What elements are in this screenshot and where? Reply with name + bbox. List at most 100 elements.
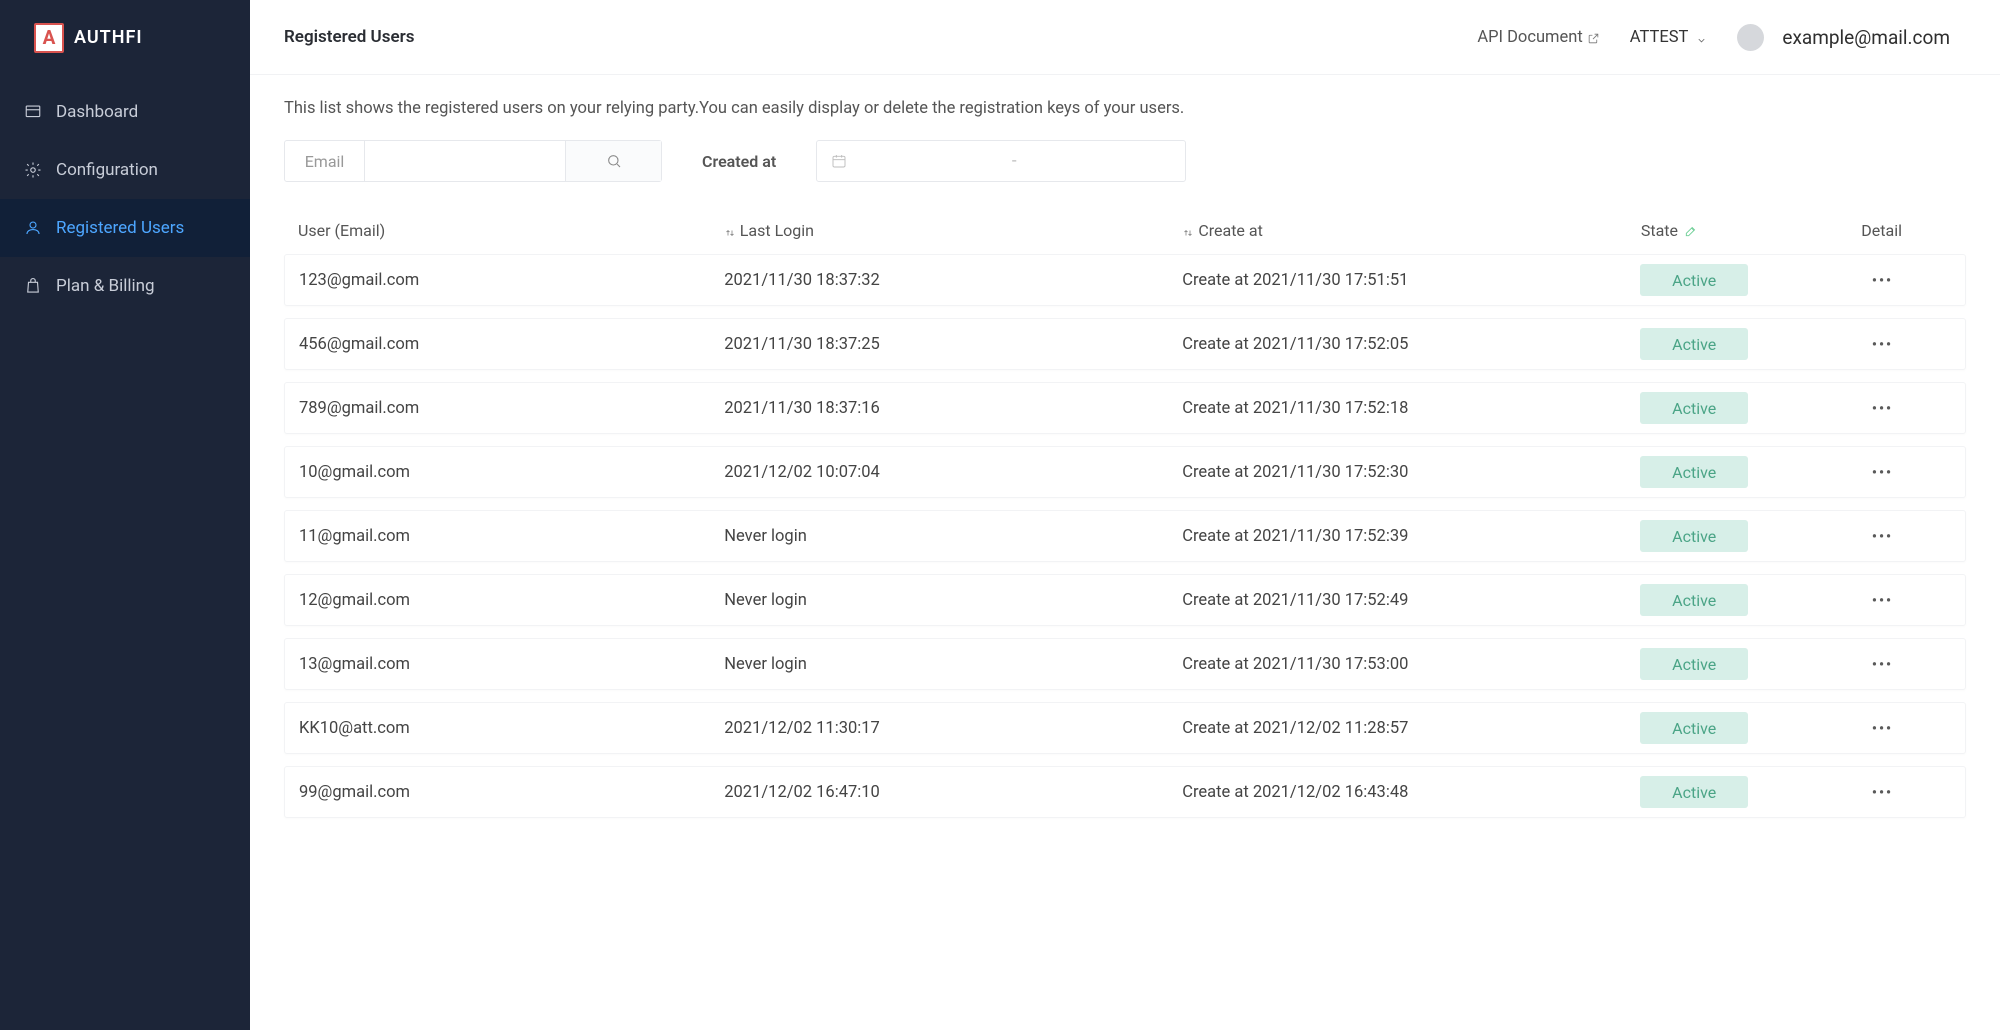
sidebar-item-dashboard[interactable]: Dashboard	[0, 83, 250, 141]
page-description: This list shows the registered users on …	[284, 99, 1966, 118]
cell-last-login: 2021/12/02 16:47:10	[724, 783, 1182, 802]
row-actions-button[interactable]: •••	[1872, 529, 1893, 545]
org-dropdown[interactable]: ATTEST	[1630, 28, 1708, 47]
cell-last-login: 2021/11/30 18:37:32	[724, 271, 1182, 290]
cell-last-login: 2021/11/30 18:37:16	[724, 399, 1182, 418]
th-created-at[interactable]: Create at	[1182, 221, 1641, 240]
dashboard-icon	[24, 103, 42, 121]
cell-detail: •••	[1837, 399, 1952, 418]
search-icon	[606, 153, 622, 169]
brand[interactable]: A AUTHFI	[0, 0, 250, 75]
cell-email: 13@gmail.com	[299, 655, 724, 674]
cell-detail: •••	[1837, 527, 1952, 546]
main: Registered Users API Document ATTEST	[250, 0, 2000, 1030]
table-row: 99@gmail.com 2021/12/02 16:47:10 Create …	[284, 766, 1966, 818]
cell-last-login: 2021/11/30 18:37:25	[724, 335, 1182, 354]
row-actions-button[interactable]: •••	[1872, 785, 1893, 801]
external-link-icon	[1587, 31, 1600, 44]
user-menu[interactable]: example@mail.com	[1737, 24, 1950, 51]
table-row: 789@gmail.com 2021/11/30 18:37:16 Create…	[284, 382, 1966, 434]
th-state: State	[1641, 221, 1838, 240]
cell-last-login: Never login	[724, 591, 1182, 610]
cell-detail: •••	[1837, 463, 1952, 482]
cell-detail: •••	[1837, 783, 1952, 802]
date-range-separator: -	[857, 151, 1171, 171]
sidebar-item-configuration[interactable]: Configuration	[0, 141, 250, 199]
cell-email: 123@gmail.com	[299, 271, 724, 290]
created-at-label: Created at	[702, 152, 776, 171]
date-range-picker[interactable]: -	[816, 140, 1186, 182]
org-dropdown-label: ATTEST	[1630, 28, 1689, 47]
th-state-label: State	[1641, 221, 1678, 240]
row-actions-button[interactable]: •••	[1872, 273, 1893, 289]
th-user: User (Email)	[298, 221, 724, 240]
api-doc-label: API Document	[1477, 28, 1582, 47]
table-row: 10@gmail.com 2021/12/02 10:07:04 Create …	[284, 446, 1966, 498]
status-badge: Active	[1640, 328, 1748, 360]
edit-icon[interactable]	[1684, 223, 1698, 237]
cell-email: KK10@att.com	[299, 719, 724, 738]
cell-email: 11@gmail.com	[299, 527, 724, 546]
content: This list shows the registered users on …	[250, 75, 2000, 1030]
row-actions-button[interactable]: •••	[1872, 721, 1893, 737]
row-actions-button[interactable]: •••	[1872, 465, 1893, 481]
filters: Email Created at -	[284, 140, 1966, 182]
table-row: 13@gmail.com Never login Create at 2021/…	[284, 638, 1966, 690]
status-badge: Active	[1640, 584, 1748, 616]
sidebar-item-label: Dashboard	[56, 102, 138, 122]
cell-email: 789@gmail.com	[299, 399, 724, 418]
cell-detail: •••	[1837, 271, 1952, 290]
table-body: 123@gmail.com 2021/11/30 18:37:32 Create…	[284, 254, 1966, 818]
row-actions-button[interactable]: •••	[1872, 337, 1893, 353]
row-actions-button[interactable]: •••	[1872, 593, 1893, 609]
th-detail: Detail	[1837, 221, 1952, 240]
row-actions-button[interactable]: •••	[1872, 401, 1893, 417]
status-badge: Active	[1640, 712, 1748, 744]
cell-last-login: 2021/12/02 10:07:04	[724, 463, 1182, 482]
cell-state: Active	[1640, 456, 1836, 488]
cell-created-at: Create at 2021/11/30 17:51:51	[1182, 271, 1640, 290]
table-row: 11@gmail.com Never login Create at 2021/…	[284, 510, 1966, 562]
cell-last-login: Never login	[724, 655, 1182, 674]
cell-state: Active	[1640, 584, 1836, 616]
cell-email: 12@gmail.com	[299, 591, 724, 610]
cell-last-login: 2021/12/02 11:30:17	[724, 719, 1182, 738]
email-search-label: Email	[285, 141, 365, 181]
table-header: User (Email) Last Login Create at	[284, 206, 1966, 254]
user-email: example@mail.com	[1782, 26, 1950, 49]
cell-state: Active	[1640, 264, 1836, 296]
cell-created-at: Create at 2021/12/02 16:43:48	[1182, 783, 1640, 802]
table-row: 123@gmail.com 2021/11/30 18:37:32 Create…	[284, 254, 1966, 306]
table-row: 456@gmail.com 2021/11/30 18:37:25 Create…	[284, 318, 1966, 370]
th-last-login-label: Last Login	[740, 221, 814, 240]
email-search: Email	[284, 140, 662, 182]
sidebar: A AUTHFI Dashboard Configuration Regis	[0, 0, 250, 1030]
cell-state: Active	[1640, 776, 1836, 808]
bag-icon	[24, 277, 42, 295]
row-actions-button[interactable]: •••	[1872, 657, 1893, 673]
brand-name: AUTHFI	[74, 27, 143, 48]
sidebar-item-registered-users[interactable]: Registered Users	[0, 199, 250, 257]
users-table: User (Email) Last Login Create at	[284, 206, 1966, 818]
sort-icon	[724, 224, 736, 236]
cell-created-at: Create at 2021/11/30 17:52:05	[1182, 335, 1640, 354]
cell-state: Active	[1640, 520, 1836, 552]
cell-state: Active	[1640, 392, 1836, 424]
cell-email: 10@gmail.com	[299, 463, 724, 482]
email-search-button[interactable]	[565, 141, 661, 181]
cell-created-at: Create at 2021/11/30 17:53:00	[1182, 655, 1640, 674]
cell-last-login: Never login	[724, 527, 1182, 546]
cell-created-at: Create at 2021/11/30 17:52:39	[1182, 527, 1640, 546]
cell-state: Active	[1640, 328, 1836, 360]
user-icon	[24, 219, 42, 237]
api-doc-link[interactable]: API Document	[1477, 28, 1599, 47]
cell-detail: •••	[1837, 655, 1952, 674]
cell-detail: •••	[1837, 335, 1952, 354]
status-badge: Active	[1640, 456, 1748, 488]
calendar-icon	[831, 153, 847, 169]
th-last-login[interactable]: Last Login	[724, 221, 1183, 240]
cell-state: Active	[1640, 648, 1836, 680]
email-search-input[interactable]	[365, 141, 565, 181]
sidebar-item-plan-billing[interactable]: Plan & Billing	[0, 257, 250, 315]
sort-icon	[1182, 224, 1194, 236]
